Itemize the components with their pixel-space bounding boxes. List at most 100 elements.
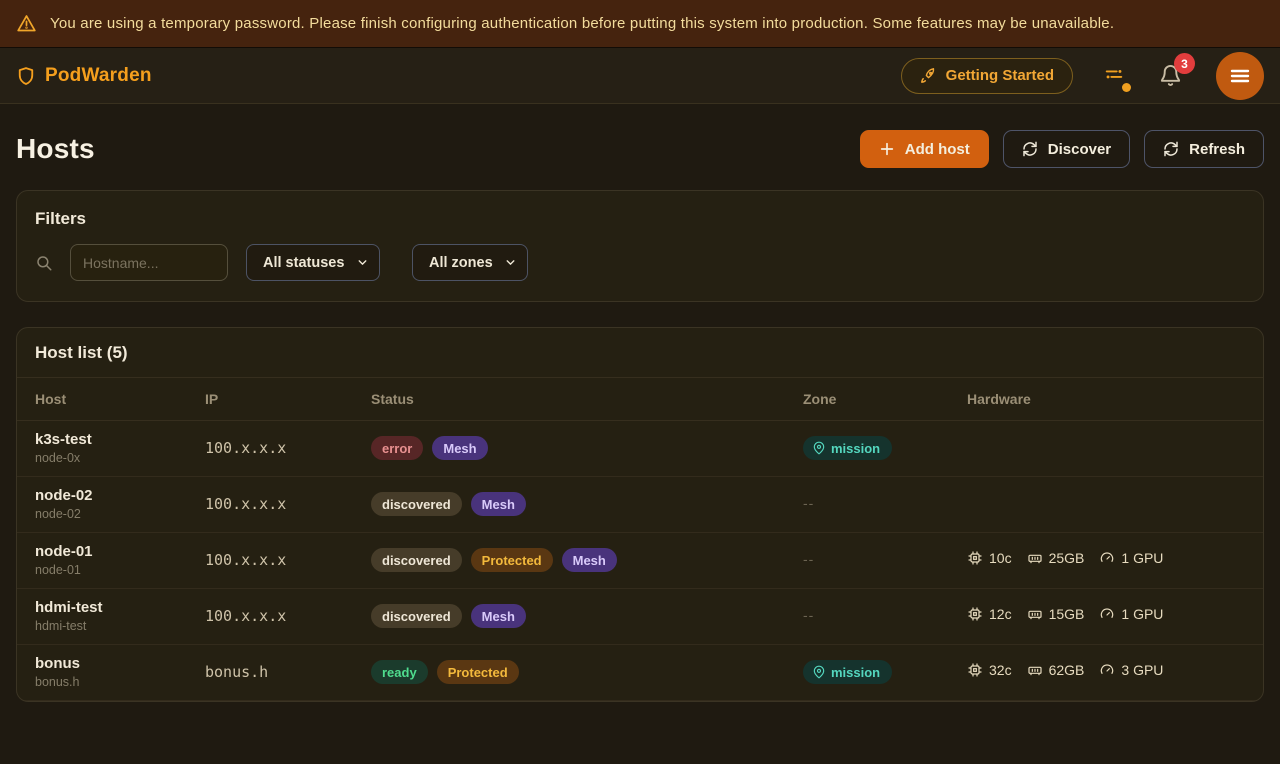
host-list-title: Host list (5)	[35, 343, 1245, 363]
memory-icon	[1027, 550, 1043, 566]
hardware-cpu: 12c	[967, 606, 1012, 622]
quick-settings-dot	[1122, 83, 1131, 92]
host-hardware: 12c 15GB 1 GPU	[949, 589, 1263, 645]
host-status: discoveredMesh	[353, 477, 785, 533]
host-subname: node-0x	[35, 451, 177, 465]
host-ip: 100.x.x.x	[187, 589, 353, 645]
gpu-icon	[1099, 662, 1115, 678]
status-filter-select[interactable]: All statuses	[246, 244, 380, 281]
host-zone: --	[785, 477, 949, 533]
host-name: hdmi-test	[35, 599, 177, 616]
host-subname: bonus.h	[35, 675, 177, 689]
notification-badge: 3	[1174, 53, 1195, 74]
hardware-gpu: 1 GPU	[1099, 550, 1163, 566]
map-pin-icon	[812, 665, 826, 679]
host-row[interactable]: bonus bonus.h bonus.h ready Protected mission…	[17, 645, 1263, 701]
hardware-cpu: 10c	[967, 550, 1012, 566]
host-zone: --	[785, 533, 949, 589]
hardware-memory: 62GB	[1027, 662, 1085, 678]
hardware-memory: 25GB	[1027, 550, 1085, 566]
zone-empty: --	[803, 607, 814, 623]
hamburger-icon	[1228, 64, 1252, 88]
cpu-icon	[967, 550, 983, 566]
col-hardware: Hardware	[949, 378, 1263, 421]
host-status: ready Protected	[353, 645, 785, 701]
status-badge-mesh: Mesh	[432, 436, 487, 460]
status-badge-discovered: discovered	[371, 604, 462, 628]
host-name: node-01	[35, 543, 177, 560]
zone-empty: --	[803, 495, 814, 511]
search-icon	[35, 254, 53, 272]
rocket-icon	[920, 67, 937, 84]
zone-empty: --	[803, 551, 814, 567]
plus-icon	[879, 141, 895, 157]
hostname-search-input[interactable]	[70, 244, 228, 281]
host-status: discovered Mesh	[353, 589, 785, 645]
add-host-button[interactable]: Add host	[860, 130, 989, 168]
header-actions: Getting Started 3	[901, 52, 1264, 100]
host-ip: 100.x.x.x	[187, 421, 353, 477]
col-ip: IP	[187, 378, 353, 421]
main-content: Hosts Add host Discover	[0, 130, 1280, 702]
host-name: node-02	[35, 487, 177, 504]
host-row[interactable]: k3s-test node-0x 100.x.x.x error Mesh mission	[17, 421, 1263, 477]
col-host: Host	[17, 378, 187, 421]
memory-icon	[1027, 606, 1043, 622]
host-hardware	[949, 477, 1263, 533]
getting-started-button[interactable]: Getting Started	[901, 58, 1073, 94]
filters-title: Filters	[35, 209, 1245, 229]
host-row[interactable]: hdmi-test hdmi-test 100.x.x.x discovered Mes…	[17, 589, 1263, 645]
host-hardware: 10c 25GB 1 GPU	[949, 533, 1263, 589]
hardware-gpu: 3 GPU	[1099, 662, 1163, 678]
map-pin-icon	[812, 441, 826, 455]
host-subname: hdmi-test	[35, 619, 177, 633]
quick-settings-button[interactable]	[1101, 63, 1127, 89]
host-name: bonus	[35, 655, 177, 672]
brand-name: PodWarden	[45, 65, 152, 87]
menu-button[interactable]	[1216, 52, 1264, 100]
host-table: Host IP Status Zone Hardware k3s-test nod…	[17, 378, 1263, 701]
discover-button[interactable]: Discover	[1003, 130, 1130, 168]
host-hardware	[949, 421, 1263, 477]
refresh-button[interactable]: Refresh	[1144, 130, 1264, 168]
filters-card: Filters All statuses All	[16, 190, 1264, 302]
zone-badge: mission	[803, 660, 892, 684]
host-name: k3s-test	[35, 431, 177, 448]
host-ip: bonus.h	[187, 645, 353, 701]
status-badge-mesh: Mesh	[471, 492, 526, 516]
gpu-icon	[1099, 606, 1115, 622]
host-ip: 100.x.x.x	[187, 533, 353, 589]
notifications-button[interactable]: 3	[1157, 62, 1184, 89]
host-zone: --	[785, 589, 949, 645]
host-status: discoveredProtectedMesh	[353, 533, 785, 589]
host-table-header: Host IP Status Zone Hardware	[17, 378, 1263, 421]
status-badge-error: error	[371, 436, 423, 460]
hardware-memory: 15GB	[1027, 606, 1085, 622]
zone-filter-select[interactable]: All zones	[412, 244, 528, 281]
status-badge-protected: Protected	[437, 660, 519, 684]
status-badge-ready: ready	[371, 660, 428, 684]
status-badge-mesh: Mesh	[471, 604, 526, 628]
gpu-icon	[1099, 550, 1115, 566]
cpu-icon	[967, 662, 983, 678]
col-status: Status	[353, 378, 785, 421]
host-row[interactable]: node-02 node-02 100.x.x.xdiscoveredMesh --	[17, 477, 1263, 533]
page-title: Hosts	[16, 133, 95, 165]
host-table-body: k3s-test node-0x 100.x.x.x error Mesh mission…	[17, 421, 1263, 701]
host-hardware: 32c62GB3 GPU	[949, 645, 1263, 701]
warning-icon	[16, 13, 37, 34]
status-badge-mesh: Mesh	[562, 548, 617, 572]
host-zone: mission	[785, 645, 949, 701]
cpu-icon	[967, 606, 983, 622]
brand[interactable]: PodWarden	[16, 65, 152, 87]
refresh-icon	[1163, 141, 1179, 157]
zone-badge: mission	[803, 436, 892, 460]
warning-text: You are using a temporary password. Plea…	[50, 15, 1114, 32]
host-subname: node-02	[35, 507, 177, 521]
status-badge-protected: Protected	[471, 548, 553, 572]
host-ip: 100.x.x.x	[187, 477, 353, 533]
host-list-card: Host list (5) Host IP Status Zone Hardwa…	[16, 327, 1264, 702]
sliders-icon	[1103, 65, 1125, 87]
host-row[interactable]: node-01node-01100.x.x.xdiscoveredProtect…	[17, 533, 1263, 589]
hardware-gpu: 1 GPU	[1099, 606, 1163, 622]
